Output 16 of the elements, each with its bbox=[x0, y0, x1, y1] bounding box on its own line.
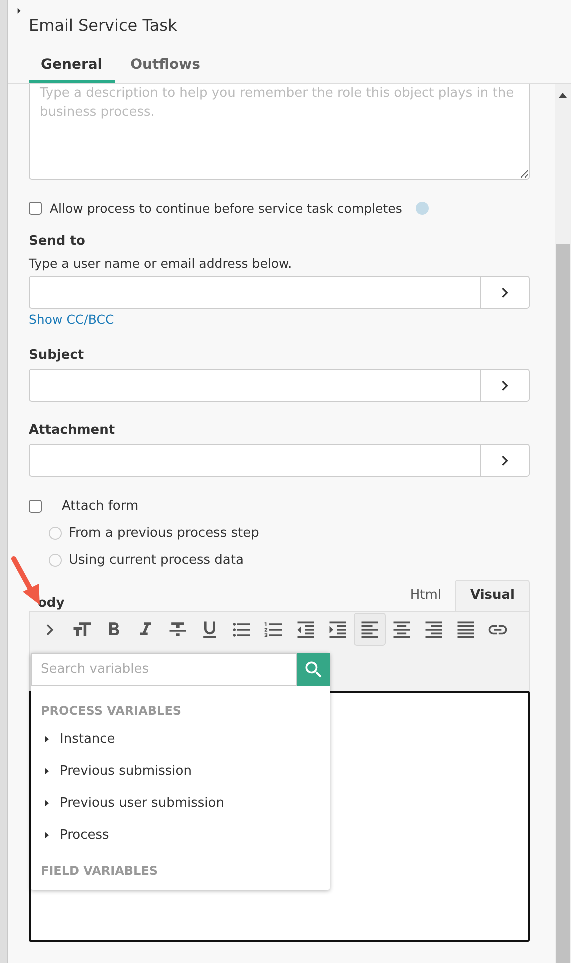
section-heading: FIELD VARIABLES bbox=[40, 863, 160, 878]
radio-label: Using current process data bbox=[69, 553, 244, 568]
field-label: Attachment bbox=[29, 423, 116, 438]
item-label: Process bbox=[60, 828, 110, 843]
item-label: Previous user submission bbox=[60, 796, 224, 811]
panel-title: Email Service Task bbox=[29, 16, 178, 35]
field-label: Send to bbox=[29, 234, 86, 249]
radio-label: From a previous process step bbox=[69, 526, 260, 541]
field-label: ody bbox=[38, 596, 65, 611]
checkbox-label: Allow process to continue before service task completes bbox=[50, 201, 402, 216]
checkbox-label: Attach form bbox=[62, 499, 139, 514]
item-label: Previous submission bbox=[60, 764, 192, 779]
field-hint: Type a user name or email address below. bbox=[29, 256, 294, 271]
section-heading: PROCESS VARIABLES bbox=[40, 703, 183, 718]
item-label: Instance bbox=[60, 732, 116, 747]
field-label: Subject bbox=[29, 348, 86, 363]
